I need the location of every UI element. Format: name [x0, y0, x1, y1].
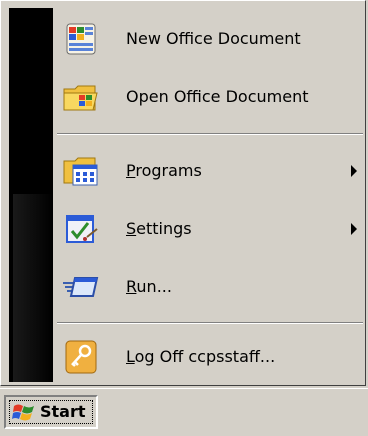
menu-item-label-rest: ettings [136, 219, 192, 238]
menu-separator [57, 322, 363, 324]
run-icon [61, 269, 101, 305]
menu-item-open-office-document[interactable]: Open Office Document [53, 69, 365, 125]
windows-logo-icon [12, 402, 36, 424]
taskbar: Start [0, 388, 368, 436]
open-office-document-icon [61, 79, 101, 115]
menu-item-label-rest: un... [136, 277, 172, 296]
start-button[interactable]: Start [4, 395, 98, 429]
menu-item-log-off[interactable]: Log Off ccpsstaff... [53, 329, 365, 385]
menu-item-label: Settings [126, 201, 192, 257]
log-off-key-icon [61, 339, 101, 375]
menu-item-label: Run... [126, 259, 172, 315]
menu-item-label: Open Office Document [126, 87, 309, 106]
menu-item-accelerator: S [126, 219, 137, 238]
menu-item-settings[interactable]: Settings [53, 201, 365, 257]
menu-item-label: Programs [126, 143, 202, 199]
settings-icon [61, 211, 101, 247]
menu-item-label-rest: og Off ccpsstaff... [134, 347, 276, 366]
menu-item-programs[interactable]: Programs [53, 143, 365, 199]
programs-icon [61, 153, 101, 189]
menu-item-new-office-document[interactable]: New Office Document [53, 11, 365, 67]
new-office-document-icon [61, 21, 101, 57]
start-menu-side-banner [9, 8, 53, 382]
menu-item-accelerator: P [126, 161, 136, 180]
submenu-arrow-icon [351, 165, 357, 177]
menu-item-label-rest: rograms [135, 161, 202, 180]
side-banner-strip [9, 194, 53, 382]
submenu-arrow-icon [351, 223, 357, 235]
menu-item-run[interactable]: Run... [53, 259, 365, 315]
menu-item-label: Log Off ccpsstaff... [126, 329, 275, 385]
menu-separator [57, 133, 363, 135]
menu-item-label: New Office Document [126, 29, 301, 48]
menu-item-accelerator: L [126, 347, 135, 366]
start-menu: New Office Document Open Office Document [0, 0, 366, 386]
menu-item-accelerator: R [126, 277, 137, 296]
start-button-label: Start [40, 402, 86, 421]
